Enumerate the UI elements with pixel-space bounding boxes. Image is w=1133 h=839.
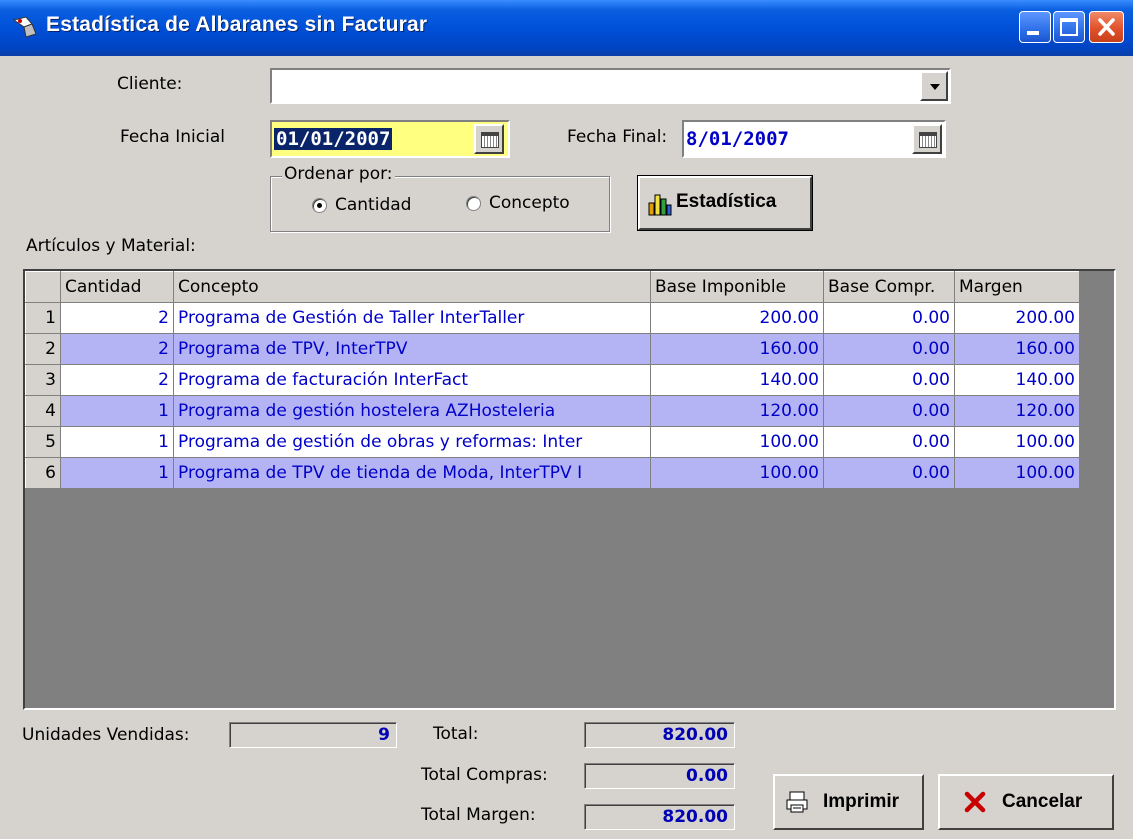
cell-concepto[interactable]: Programa de gestión de obras y reformas:… [173,426,651,458]
col-header-base-imponible[interactable]: Base Imponible [650,271,824,303]
cell-base-compra[interactable]: 0.00 [823,333,955,365]
units-sold-label: Unidades Vendidas: [22,725,190,745]
end-date-calendar-button[interactable] [912,124,942,154]
cell-base-imponible[interactable]: 120.00 [650,395,824,427]
cell-margen[interactable]: 200.00 [954,302,1080,334]
row-number[interactable]: 6 [25,457,61,489]
start-date-calendar-button[interactable] [474,124,504,154]
total-label: Total: [433,724,479,744]
cell-concepto[interactable]: Programa de TPV, InterTPV [173,333,651,365]
cell-cantidad[interactable]: 1 [60,426,174,458]
radio-unselected-icon [466,196,481,211]
col-header-margen[interactable]: Margen [954,271,1080,303]
order-radio-concepto[interactable]: Concepto [466,193,591,217]
cell-base-compra[interactable]: 0.00 [823,395,955,427]
cell-concepto[interactable]: Programa de Gestión de Taller InterTalle… [173,302,651,334]
row-number[interactable]: 3 [25,364,61,396]
total-margin-label: Total Margen: [421,805,536,825]
cell-margen[interactable]: 100.00 [954,457,1080,489]
print-button-label: Imprimir [823,791,900,812]
client-select[interactable] [270,68,951,104]
window-title: Estadística de Albaranes sin Facturar [46,13,428,36]
table-row[interactable]: 1 2 Programa de Gestión de Taller InterTal… [25,302,1080,334]
cell-base-compra[interactable]: 0.00 [823,457,955,489]
total-purchases-value: 0.00 [584,763,735,789]
statistics-button-label: Estadística [676,191,777,212]
end-date-label: Fecha Final: [567,127,668,147]
close-icon [1098,18,1115,36]
close-window-button[interactable] [1089,11,1124,43]
cell-margen[interactable]: 100.00 [954,426,1080,458]
col-header-base-compra[interactable]: Base Compr. [823,271,955,303]
row-number[interactable]: 4 [25,395,61,427]
cell-base-imponible[interactable]: 100.00 [650,426,824,458]
cancel-button[interactable]: Cancelar [938,774,1114,830]
col-header-concepto[interactable]: Concepto [173,271,651,303]
grid-header: Cantidad Concepto Base Imponible Base Co… [25,271,1080,303]
statistics-button[interactable]: Estadística [637,175,813,231]
order-radio-cantidad[interactable]: Cantidad [312,193,437,217]
start-date-label: Fecha Inicial [120,127,225,147]
cell-margen[interactable]: 160.00 [954,333,1080,365]
articles-grid[interactable]: Cantidad Concepto Base Imponible Base Co… [23,269,1116,710]
table-row[interactable]: 5 1 Programa de gestión de obras y reforma… [25,426,1080,458]
printer-icon [786,791,808,813]
col-header-cantidad[interactable]: Cantidad [60,271,174,303]
cell-base-imponible[interactable]: 200.00 [650,302,824,334]
table-row[interactable]: 2 2 Programa de TPV, InterTPV 160.00 0.00 160… [25,333,1080,365]
cell-margen[interactable]: 140.00 [954,364,1080,396]
cell-base-compra[interactable]: 0.00 [823,302,955,334]
cell-cantidad[interactable]: 2 [60,364,174,396]
cell-cantidad[interactable]: 2 [60,302,174,334]
row-number[interactable]: 2 [25,333,61,365]
total-value: 820.00 [584,722,735,748]
units-sold-value: 9 [229,722,397,748]
table-row[interactable]: 6 1 Programa de TPV de tienda de Moda, Int… [25,457,1080,489]
articles-table: Cantidad Concepto Base Imponible Base Co… [25,271,1080,489]
cell-cantidad[interactable]: 1 [60,457,174,489]
cell-base-compra[interactable]: 0.00 [823,426,955,458]
print-button[interactable]: Imprimir [773,774,924,830]
corner-cell [25,271,61,303]
calendar-icon [481,132,499,148]
bar-chart-icon [648,194,672,216]
start-date-value: 01/01/2007 [274,128,393,150]
cell-base-imponible[interactable]: 160.00 [650,333,824,365]
statistics-window: Estadística de Albaranes sin Facturar Cl… [0,0,1133,839]
radio-selected-icon [312,198,327,213]
cell-cantidad[interactable]: 2 [60,333,174,365]
row-number[interactable]: 5 [25,426,61,458]
order-option-label: Cantidad [335,195,412,215]
maximize-icon [1060,18,1078,36]
cell-base-compra[interactable]: 0.00 [823,364,955,396]
cell-concepto[interactable]: Programa de gestión hostelera AZHosteler… [173,395,651,427]
table-row[interactable]: 4 1 Programa de gestión hostelera AZHostel… [25,395,1080,427]
minimize-icon [1027,31,1039,35]
order-by-label: Ordenar por: [282,164,395,184]
row-number[interactable]: 1 [25,302,61,334]
client-label: Cliente: [117,74,183,94]
cell-cantidad[interactable]: 1 [60,395,174,427]
cell-margen[interactable]: 120.00 [954,395,1080,427]
cell-base-imponible[interactable]: 100.00 [650,457,824,489]
end-date-value: 8/01/2007 [686,128,789,150]
table-row[interactable]: 3 2 Programa de facturación InterFact 140.0… [25,364,1080,396]
title-bar[interactable]: Estadística de Albaranes sin Facturar [0,0,1133,56]
total-purchases-label: Total Compras: [421,765,548,785]
chevron-down-icon[interactable] [920,71,948,101]
grid-caption: Artículos y Material: [26,236,196,256]
cancel-x-icon [964,791,986,813]
calendar-icon [919,132,937,148]
cancel-button-label: Cancelar [1002,791,1083,812]
start-date-field[interactable]: 01/01/2007 [270,120,510,158]
app-icon [12,16,37,38]
cell-concepto[interactable]: Programa de TPV de tienda de Moda, Inter… [173,457,651,489]
maximize-button[interactable] [1053,11,1085,43]
total-margin-value: 820.00 [584,804,735,830]
minimize-button[interactable] [1019,11,1051,43]
cell-concepto[interactable]: Programa de facturación InterFact [173,364,651,396]
cell-base-imponible[interactable]: 140.00 [650,364,824,396]
end-date-field[interactable]: 8/01/2007 [682,120,946,158]
order-option-label: Concepto [489,193,570,213]
